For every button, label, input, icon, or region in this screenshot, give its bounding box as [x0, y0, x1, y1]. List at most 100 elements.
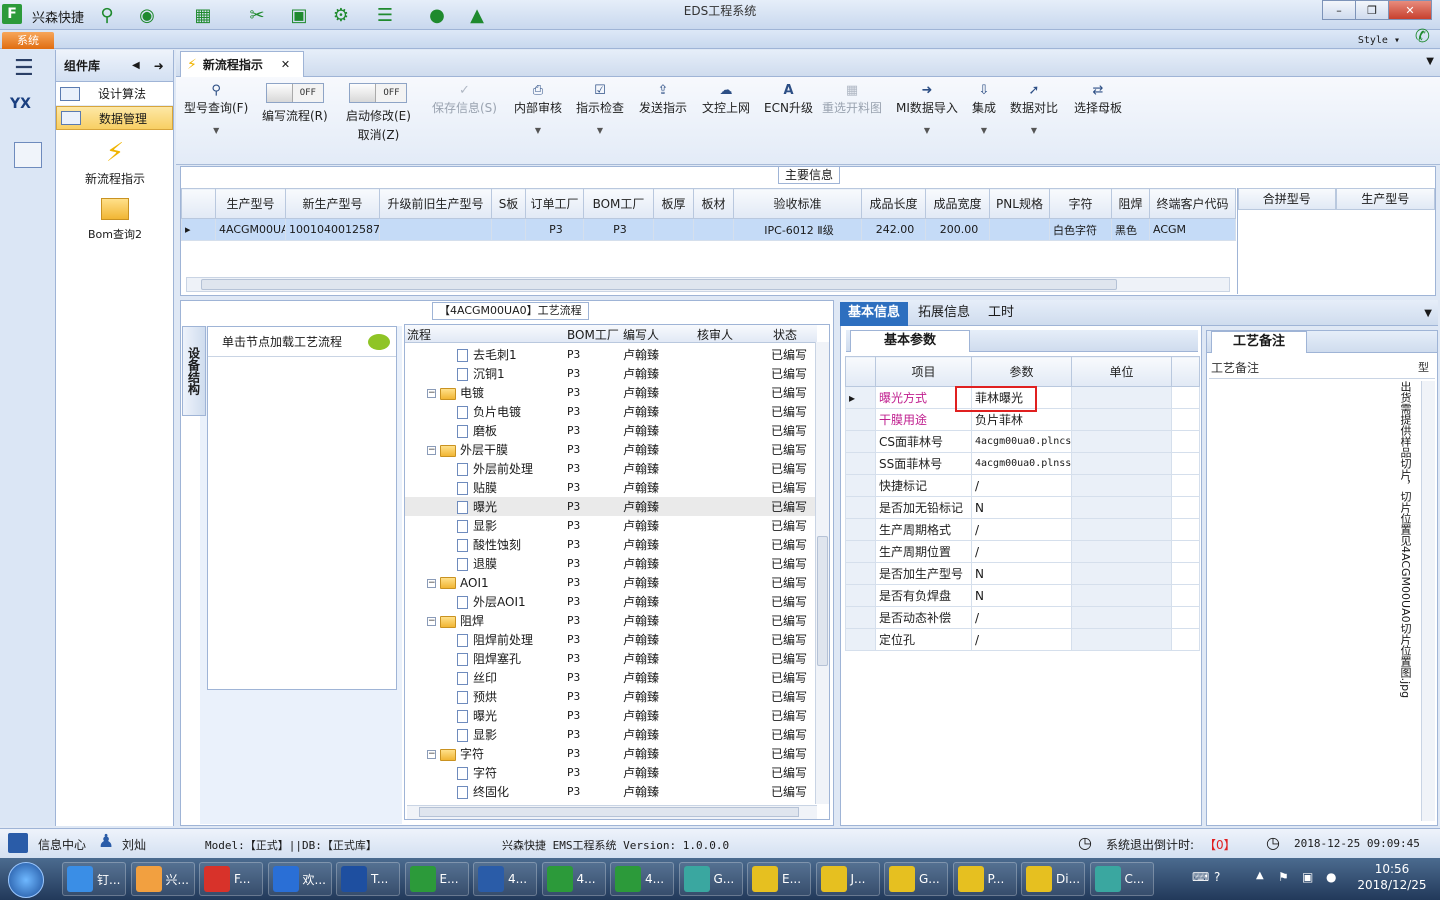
tree-row[interactable]: − 电镀 P3 卢翰臻 已编写	[405, 383, 815, 402]
notes-vscrollbar[interactable]	[1421, 381, 1435, 821]
pin-icon[interactable]: ➜	[154, 59, 164, 73]
tree-row[interactable]: 负片电镀 P3 卢翰臻 已编写	[405, 402, 815, 421]
tree-node[interactable]: 磨板	[457, 422, 497, 439]
taskbar-app[interactable]: 4...	[473, 862, 537, 896]
tree-hscrollbar[interactable]	[407, 805, 817, 819]
edit-flow-toggle[interactable]: OFF 编写流程(R)	[262, 83, 328, 124]
bom-query-shortcut[interactable]: Bom查询2	[56, 198, 174, 242]
help-icon[interactable]: ?	[1214, 870, 1220, 884]
tree-node[interactable]: 字符	[457, 764, 497, 781]
param-row[interactable]: CS面菲林号 4acgm00ua0.plncs	[845, 430, 1200, 453]
collapse-icon[interactable]: −	[427, 578, 436, 588]
system-tab[interactable]: 系统	[2, 32, 54, 49]
table-cell[interactable]: 10010400125872	[285, 218, 380, 241]
tree-node[interactable]: 沉铜1	[457, 365, 505, 382]
column-header[interactable]: 验收标准	[733, 188, 862, 219]
column-header[interactable]: 终端客户代码	[1149, 188, 1236, 219]
param-unit[interactable]	[1071, 386, 1172, 409]
taskbar-app[interactable]: J...	[815, 862, 880, 896]
collapse-icon[interactable]: −	[427, 389, 436, 398]
taskbar-app[interactable]: 欢...	[267, 862, 332, 896]
param-unit[interactable]	[1071, 628, 1172, 651]
column-header[interactable]: 成品长度	[861, 188, 926, 219]
tree-node[interactable]: 负片电镀	[457, 403, 521, 420]
column-header[interactable]: 板材	[693, 188, 734, 219]
param-value[interactable]: /	[971, 518, 1072, 541]
tree-node[interactable]: 显影	[457, 726, 497, 743]
param-row[interactable]: 是否动态补偿 /	[845, 606, 1200, 629]
tree-row[interactable]: − 外层干膜 P3 卢翰臻 已编写	[405, 440, 815, 459]
save-info-button[interactable]: ✓ 保存信息(S)	[432, 83, 497, 116]
taskbar-app[interactable]: E...	[747, 862, 811, 896]
column-header[interactable]: 状态	[773, 326, 797, 343]
param-unit[interactable]	[1071, 474, 1172, 497]
close-button[interactable]: ✕	[1388, 0, 1432, 20]
tree-node[interactable]: 曝光	[457, 707, 497, 724]
param-unit[interactable]	[1071, 562, 1172, 585]
tree-row[interactable]: 退膜 P3 卢翰臻 已编写	[405, 554, 815, 573]
table-cell[interactable]	[653, 218, 694, 241]
tree-node[interactable]: 去毛刺1	[457, 346, 517, 363]
scissors-icon[interactable]: ✂	[244, 3, 270, 27]
tab-work-hours[interactable]: 工时	[980, 302, 1022, 326]
param-unit[interactable]	[1071, 584, 1172, 607]
tree-node[interactable]: 阻焊前处理	[457, 631, 533, 648]
tree-node[interactable]: 贴膜	[457, 479, 497, 496]
calculator-icon[interactable]	[14, 142, 42, 168]
table-cell[interactable]	[379, 218, 492, 241]
collapse-icon[interactable]: −	[427, 446, 436, 455]
user-icon[interactable]: ●	[424, 3, 450, 27]
globe-icon[interactable]: ◉	[134, 3, 160, 27]
param-value[interactable]: N	[971, 562, 1072, 585]
tree-row[interactable]: 终固化 P3 卢翰臻 已编写	[405, 782, 815, 801]
start-modify-toggle[interactable]: OFF 启动修改(E) 取消(Z)	[346, 83, 411, 143]
param-unit[interactable]	[1071, 430, 1172, 453]
param-row[interactable]: 是否有负焊盘 N	[845, 584, 1200, 607]
system-clock[interactable]: 10:56 2018/12/25	[1352, 862, 1432, 892]
param-value[interactable]: /	[971, 606, 1072, 629]
tab-basic-info[interactable]: 基本信息	[840, 302, 909, 326]
table-cell[interactable]: 白色字符	[1049, 218, 1112, 241]
tree-row[interactable]: 阻焊前处理 P3 卢翰臻 已编写	[405, 630, 815, 649]
horizontal-scrollbar[interactable]	[186, 277, 1230, 292]
tree-node[interactable]: 预烘	[457, 688, 497, 705]
column-header[interactable]: 编写人	[623, 326, 659, 343]
tools-icon[interactable]: ⚙	[328, 3, 354, 27]
keyboard-icon[interactable]: ⌨	[1192, 870, 1209, 884]
instr-check-button[interactable]: ☑ 指示检查 ▼	[576, 83, 624, 135]
yx-module-icon[interactable]: YX	[10, 96, 44, 128]
tree-row[interactable]: 磨板 P3 卢翰臻 已编写	[405, 421, 815, 440]
param-value[interactable]: N	[971, 584, 1072, 607]
tree-row[interactable]: − AOI1 P3 卢翰臻 已编写	[405, 573, 815, 592]
table-cell[interactable]	[693, 218, 734, 241]
param-unit[interactable]	[1071, 540, 1172, 563]
table-cell[interactable]: 242.00	[861, 218, 926, 241]
column-header[interactable]: 新生产型号	[285, 188, 380, 219]
column-header[interactable]: S板	[491, 188, 526, 219]
close-tab-icon[interactable]: ✕	[281, 58, 290, 71]
model-query-button[interactable]: ⚲ 型号查询(F) ▼	[184, 83, 248, 135]
param-unit[interactable]	[1071, 496, 1172, 519]
column-header[interactable]: BOM工厂	[583, 188, 654, 219]
table-cell[interactable]: ACGM	[1149, 218, 1236, 241]
tree-node[interactable]: − 电镀	[427, 384, 484, 401]
tree-node[interactable]: 酸性蚀刻	[457, 536, 521, 553]
column-header[interactable]: 成品宽度	[925, 188, 990, 219]
flag-icon[interactable]: ⚑	[1278, 870, 1289, 884]
column-header[interactable]: 流程	[407, 326, 431, 343]
param-value[interactable]: /	[971, 540, 1072, 563]
tree-row[interactable]: 显影 P3 卢翰臻 已编写	[405, 725, 815, 744]
maximize-button[interactable]: ❐	[1355, 0, 1389, 20]
param-value[interactable]: /	[971, 628, 1072, 651]
start-button[interactable]	[8, 862, 44, 898]
column-header[interactable]: 生产型号	[1335, 188, 1435, 210]
grid-icon[interactable]: ▦	[190, 3, 216, 27]
network-icon[interactable]: ▣	[1302, 870, 1313, 884]
param-value[interactable]: 4acgm00ua0.plncs	[971, 430, 1072, 453]
toggle-switch[interactable]: OFF	[349, 83, 408, 103]
param-unit[interactable]	[1071, 452, 1172, 475]
taskbar-app[interactable]: 4...	[610, 862, 674, 896]
table-cell[interactable]: IPC-6012 Ⅱ级	[733, 218, 862, 241]
column-header[interactable]: 板厚	[653, 188, 694, 219]
taskbar-app[interactable]: G...	[884, 862, 948, 896]
